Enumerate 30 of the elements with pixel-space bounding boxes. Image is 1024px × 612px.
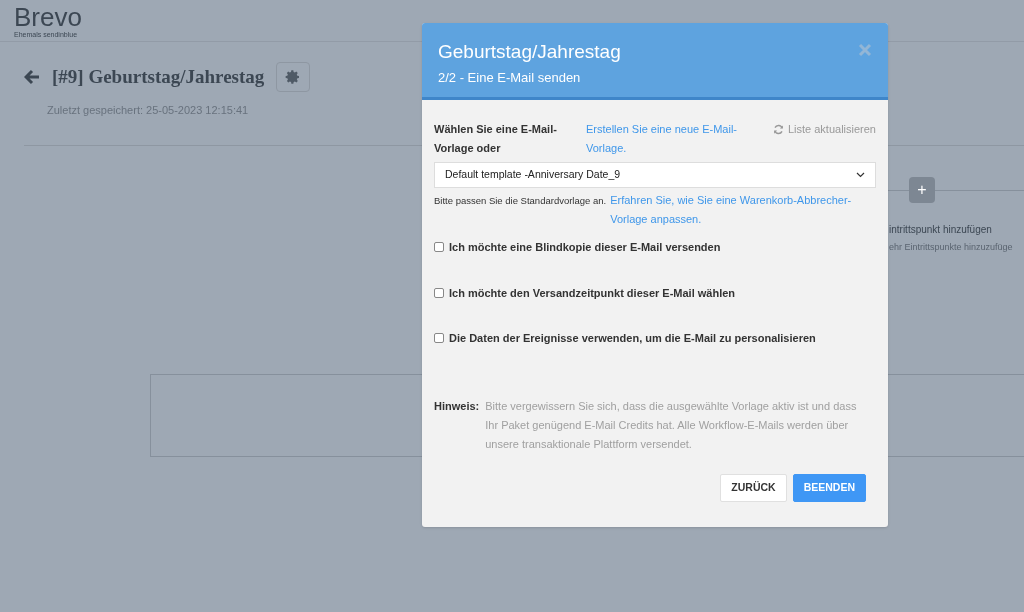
gear-icon [285,69,302,85]
back-arrow-icon [24,69,40,85]
chevron-down-icon [856,172,865,178]
finish-button[interactable]: BEENDEN [792,473,866,502]
entry-point-hint: ehr Eintrittspunkte hinzuzufüge [889,241,1013,254]
note-label: Hinweis: [434,398,480,414]
create-template-link[interactable]: Erstellen Sie eine neue E-Mail-Vorlage. [586,120,756,158]
checkbox-label: Ich möchte eine Blindkopie dieser E-Mail versenden [449,240,721,255]
back-button[interactable]: ZURÜCK [720,473,787,502]
back-button[interactable] [24,69,40,85]
close-icon [858,43,872,57]
workflow-title: [#9] Geburtstag/Jahrestag [52,64,265,89]
note-text: Bitte vergewissern Sie sich, dass die ausgewählte Vorlage aktiv ist und dass Ihr Paket genügend E-Mail Credits hat. Alle Workflow-E-Mails werden über unsere transaktionale Plattform versendet. [485,398,858,452]
checkbox[interactable] [434,287,444,298]
refresh-icon [772,124,784,135]
help-link[interactable]: Erfahren Sie, wie Sie eine Warenkorb-Abbrecher-Vorlage anpassen. [610,191,876,229]
logo: Brevo [14,4,83,30]
checkbox-label: Ich möchte den Versandzeitpunkt dieser E-Mail wählen [449,285,736,301]
template-select[interactable]: Default template -Anniversary Date_9 [434,162,876,188]
checkbox[interactable] [434,242,444,253]
refresh-list-button[interactable]: Liste aktualisieren [772,120,876,139]
checkbox[interactable] [434,333,444,344]
settings-button[interactable] [276,62,311,92]
add-entry-button[interactable]: + [909,177,935,203]
dialog-subtitle: 2/2 - Eine E-Mail senden [438,69,582,87]
checkbox-label: Die Daten der Ereignisse verwenden, um die E-Mail zu personalisieren [449,331,816,346]
help-text: Bitte passen Sie die Standardvorlage an. [434,194,607,208]
dialog-title: Geburtstag/Jahrestag [438,41,621,63]
template-label: Wählen Sie eine E-Mail-Vorlage oder [434,122,558,156]
entry-point-label: intrittspunkt hinzufügen [889,223,992,237]
